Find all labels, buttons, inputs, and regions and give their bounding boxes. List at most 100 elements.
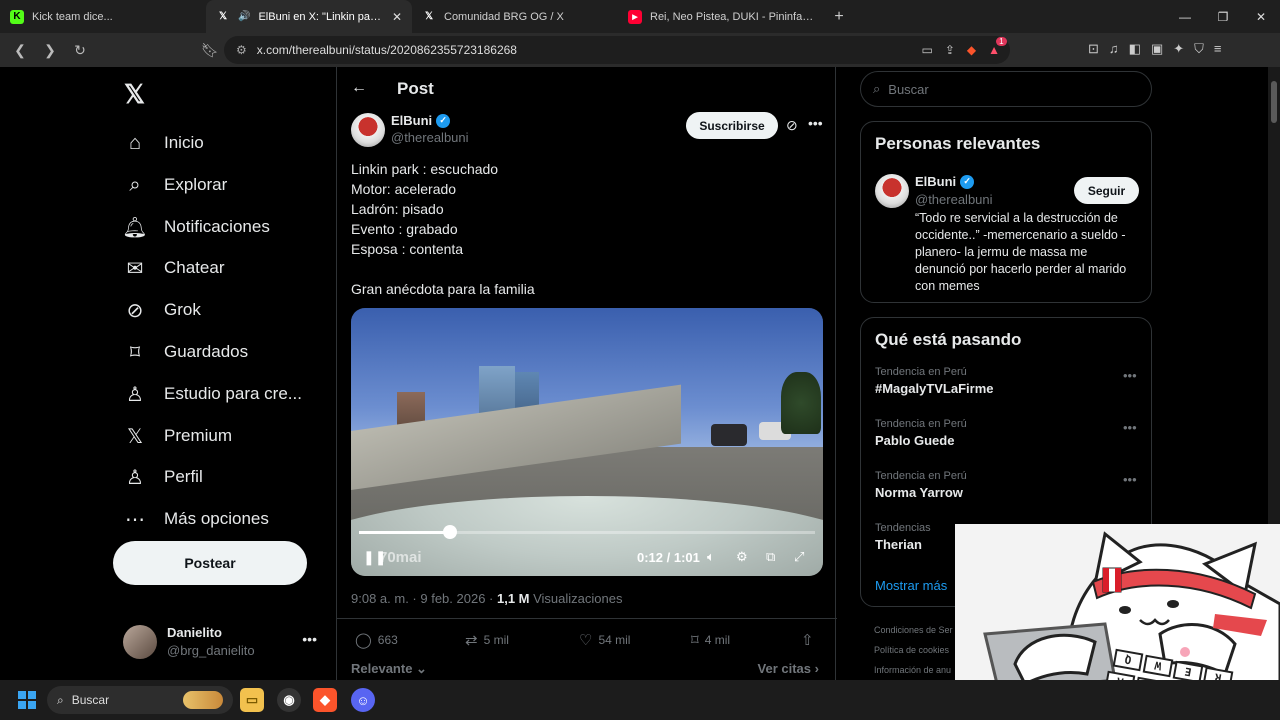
footer-link[interactable]: Política de cookies <box>874 645 949 655</box>
forward-icon[interactable]: ❯ <box>38 38 62 62</box>
nav-item-estudio-para-cre-[interactable]: ♙ Estudio para cre... <box>122 374 302 414</box>
url-text[interactable]: x.com/therealbuni/status/202086235572318… <box>257 43 912 57</box>
wallet-icon[interactable]: ▣ <box>1151 41 1163 57</box>
cast-icon[interactable]: ▭ <box>921 43 932 57</box>
trend-name: Norma Yarrow <box>875 485 963 500</box>
video-player[interactable]: ❚❚ 70mai 0:12 / 1:01 🔈︎ ⚙︎ ⧉ ⤢ <box>351 308 823 576</box>
restore-icon[interactable]: ❐ <box>1204 0 1242 33</box>
nav-item-premium[interactable]: 𝕏 Premium <box>122 416 232 456</box>
show-more-link[interactable]: Mostrar más <box>875 578 947 593</box>
nav-item-más-opciones[interactable]: ⋯ Más opciones <box>122 499 269 539</box>
share-icon[interactable]: ⇪ <box>945 43 955 57</box>
home-icon: ⌂ <box>128 131 142 154</box>
sort-label: Relevante <box>351 661 413 676</box>
verified-icon: ✓ <box>960 174 975 189</box>
media-icon[interactable]: ♫ <box>1109 41 1119 57</box>
settings-icon[interactable]: ⚙︎ <box>736 549 748 565</box>
screenshot-icon[interactable]: ⊡ <box>1088 41 1099 57</box>
file-explorer-icon[interactable]: ▭ <box>240 688 264 712</box>
trend-item[interactable]: Tendencia en Perú Pablo Guede <box>875 418 967 448</box>
reload-icon[interactable]: ↻ <box>68 38 92 62</box>
more-icon[interactable]: ••• <box>302 631 317 647</box>
fullscreen-icon[interactable]: ⤢ <box>794 549 804 565</box>
search-icon: ⌕ <box>57 692 64 707</box>
video-car <box>711 424 747 446</box>
repost-button[interactable]: ⇄ 5 mil <box>465 631 509 649</box>
new-tab-button[interactable]: + <box>824 8 854 26</box>
reply-button[interactable]: ◯ 663 <box>355 631 398 649</box>
browser-tab-active[interactable]: 𝕏 🔊 ElBuni en X: "Linkin park : esc ✕ <box>206 0 412 33</box>
browser-tab[interactable]: K Kick team dice... <box>0 0 206 33</box>
taskbar-search[interactable]: ⌕ Buscar <box>47 686 233 714</box>
scrollbar-thumb[interactable] <box>1271 81 1277 123</box>
footer-link[interactable]: Información de anu <box>874 665 951 675</box>
nav-item-guardados[interactable]: ⌑ Guardados <box>122 332 248 372</box>
discord-icon[interactable]: ☺ <box>351 688 375 712</box>
back-icon[interactable]: ❮ <box>8 38 32 62</box>
browser-tab[interactable]: 𝕏 Comunidad BRG OG / X <box>412 0 618 33</box>
browser-tab[interactable]: ▶ Rei, Neo Pistea, DUKI - Pininfarina (R <box>618 0 824 33</box>
windows-start-icon[interactable] <box>18 691 36 709</box>
x-logo[interactable]: 𝕏 <box>124 79 145 110</box>
video-progress-bar[interactable] <box>359 531 815 534</box>
author-handle[interactable]: @therealbuni <box>391 130 469 145</box>
more-icon[interactable]: ••• <box>1123 368 1137 383</box>
nav-item-notificaciones[interactable]: 🔔︎ Notificaciones <box>122 207 270 247</box>
post-actions: ◯ 663 ⇄ 5 mil ♡ 54 mil ⌑ 4 mil ⇧ <box>351 631 821 653</box>
picture-in-picture-icon[interactable]: ⧉ <box>766 549 775 565</box>
author-name[interactable]: ElBuni ✓ <box>391 113 451 128</box>
x-icon: 𝕏 <box>126 425 144 448</box>
bookmark-button[interactable]: ⌑ 4 mil <box>691 631 730 649</box>
author-avatar[interactable] <box>351 113 385 147</box>
nav-item-perfil[interactable]: ♙ Perfil <box>122 457 203 497</box>
brave-rewards-icon[interactable]: ▲ 1 <box>988 37 1007 57</box>
site-settings-icon[interactable]: ⚙︎ <box>236 43 247 57</box>
follow-button[interactable]: Seguir <box>1074 177 1139 204</box>
brave-shields-icon[interactable]: ◆ <box>967 43 976 57</box>
quotes-link[interactable]: Ver citas › <box>758 661 819 676</box>
more-icon[interactable]: ••• <box>1123 472 1137 487</box>
avatar[interactable] <box>875 174 909 208</box>
account-switcher[interactable]: Danielito @brg_danielito ••• <box>123 625 323 665</box>
volume-icon[interactable]: 🔈︎ <box>707 549 715 565</box>
x-icon: 𝕏 <box>424 11 434 22</box>
vpn-icon[interactable]: ⛉ <box>1194 41 1204 57</box>
more-icon[interactable]: ••• <box>1123 420 1137 435</box>
leo-icon[interactable]: ✦ <box>1173 41 1184 57</box>
more-icon[interactable]: ••• <box>808 115 823 131</box>
grok-icon[interactable]: ⊘ <box>786 117 798 134</box>
post-text-line: Esposa : contenta <box>351 241 464 257</box>
menu-icon[interactable]: ≡ <box>1214 41 1222 57</box>
subscribe-button[interactable]: Suscribirse <box>686 112 778 139</box>
like-button[interactable]: ♡ 54 mil <box>579 631 630 649</box>
sort-dropdown[interactable]: Relevante ⌄ <box>351 661 427 677</box>
post-button[interactable]: Postear <box>113 541 307 585</box>
sidebar-icon[interactable]: ◧ <box>1129 41 1141 57</box>
nav-item-inicio[interactable]: ⌂ Inicio <box>122 123 204 163</box>
post-timestamp[interactable]: 9:08 a. m. · 9 feb. 2026 · <box>351 591 497 606</box>
close-tab-icon[interactable]: ✕ <box>392 10 402 24</box>
trend-item[interactable]: Tendencia en Perú Norma Yarrow <box>875 470 967 500</box>
bookmark-page-icon[interactable]: 🔖︎ <box>198 38 222 62</box>
search-input[interactable]: ⌕ Buscar <box>860 71 1152 107</box>
post-text-line: Ladrón: pisado <box>351 201 444 217</box>
back-arrow-icon[interactable]: ← <box>351 79 367 97</box>
nav-item-chatear[interactable]: ✉ Chatear <box>122 248 225 288</box>
person-handle[interactable]: @therealbuni <box>915 192 993 207</box>
mail-icon: ✉ <box>126 257 144 280</box>
person-name[interactable]: ElBuni ✓ <box>915 174 975 189</box>
trend-item[interactable]: Tendencia en Perú #MagalyTVLaFirme <box>875 366 994 396</box>
video-progress-fill <box>359 531 451 534</box>
close-window-icon[interactable]: ✕ <box>1242 0 1280 33</box>
minimize-icon[interactable]: — <box>1166 0 1204 33</box>
footer-link[interactable]: Condiciones de Ser <box>874 625 953 635</box>
nav-item-grok[interactable]: ⊘ Grok <box>122 290 201 330</box>
brave-browser-icon[interactable]: ◆ <box>313 688 337 712</box>
trend-context: Tendencia en Perú <box>875 366 967 378</box>
share-button[interactable]: ⇧ <box>801 631 814 649</box>
trend-item[interactable]: Tendencias Therian <box>875 522 931 552</box>
audio-icon[interactable]: 🔊 <box>238 11 250 22</box>
nav-item-explorar[interactable]: ⌕ Explorar <box>122 165 227 205</box>
app-icon[interactable]: ◉ <box>277 688 301 712</box>
url-bar[interactable]: ⚙︎ x.com/therealbuni/status/202086235572… <box>224 36 1010 64</box>
